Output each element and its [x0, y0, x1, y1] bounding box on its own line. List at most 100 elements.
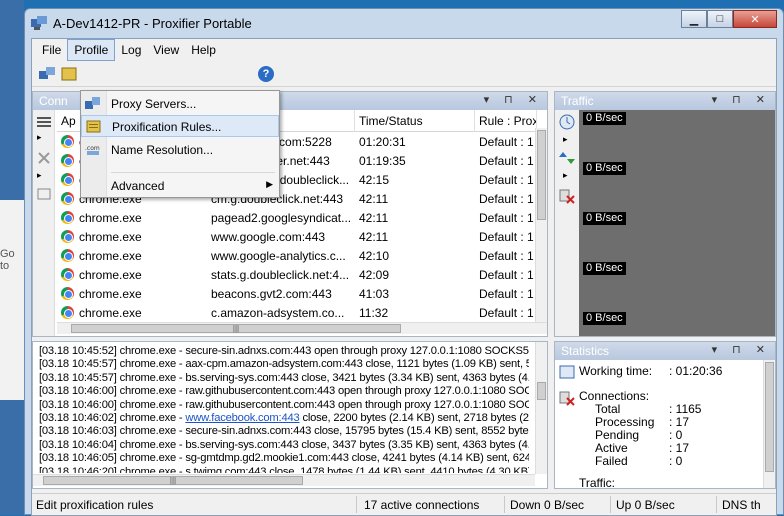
chrome-icon [61, 248, 74, 262]
table-row[interactable]: chrome.exe beacons.gvt2.com:443 41:03 Defau… [57, 284, 537, 303]
proxifier-window: A-Dev1412-PR - Proxifier Portable ▁ □ ✕ … [24, 8, 784, 516]
menu-log[interactable]: Log [115, 40, 147, 60]
pending-value: : 0 [669, 428, 683, 442]
window-target-icon[interactable] [37, 188, 51, 200]
log-hscroll-thumb[interactable]: ||| [43, 476, 303, 485]
connections-vscroll-thumb[interactable] [537, 130, 546, 220]
log-line: [03.18 10:46:00] chrome.exe - raw.github… [39, 399, 529, 412]
menu-profile[interactable]: Profile [67, 39, 116, 61]
connections-side-toolbar: ▸ ▸ [33, 110, 55, 336]
window-title: A-Dev1412-PR - Proxifier Portable [53, 16, 252, 31]
log-output: [03.18 10:45:52] chrome.exe - secure-sin… [39, 345, 529, 473]
expand-arrow-icon[interactable]: ▸ [37, 170, 51, 182]
proxification-rules-icon [86, 120, 101, 133]
column-rule-proxy[interactable]: Rule : Prox [475, 110, 537, 132]
panel-controls[interactable]: ▾ ⊓ ✕ [712, 343, 771, 356]
statistics-panel-title: Statistics [561, 344, 610, 358]
close-button[interactable]: ✕ [733, 10, 777, 28]
status-separator [356, 496, 357, 513]
menu-view[interactable]: View [147, 40, 185, 60]
list-view-icon[interactable] [37, 116, 51, 128]
expand-arrow-icon[interactable]: ▸ [563, 134, 568, 145]
table-row[interactable]: chrome.exe c.amazon-adsystem.co... 11:32 De… [57, 303, 537, 322]
rule-proxy-cell: Default : 1 [479, 210, 534, 225]
traffic-clock-icon[interactable] [559, 114, 575, 130]
status-bar: Edit proxification rules 17 active conne… [32, 493, 776, 515]
chrome-icon [61, 191, 74, 205]
app-cell: chrome.exe [57, 286, 207, 301]
connections-panel-title: Conn [39, 94, 68, 108]
processing-label: Processing [595, 415, 655, 429]
log-text: [03.18 10:46:04] chrome.exe - bs.serving… [39, 438, 529, 451]
menu-item-advanced[interactable]: Advanced ▶ [81, 175, 279, 197]
chrome-icon [61, 229, 74, 243]
traffic-arrows-icon[interactable] [559, 150, 575, 166]
statistics-vscroll-thumb[interactable] [765, 362, 774, 472]
panel-controls[interactable]: ▾ ⊓ ✕ [484, 93, 543, 106]
log-line: [03.18 10:46:04] chrome.exe - bs.serving… [39, 439, 529, 452]
statistics-icon[interactable] [559, 364, 575, 380]
maximize-button[interactable]: □ [707, 10, 733, 28]
statistics-vertical-scrollbar[interactable] [763, 360, 775, 488]
rule-proxy-cell: Default : 1 [479, 153, 534, 168]
status-upload-rate: Up 0 B/sec [616, 498, 675, 512]
svg-text:.com: .com [85, 145, 100, 152]
traffic-panel: Traffic ▾ ⊓ ✕ ▸ ▸ 0 B/sec 0 B/sec 0 B/se… [554, 91, 776, 337]
menu-item-proxy-servers[interactable]: Proxy Servers... [81, 93, 279, 115]
log-text: [03.18 10:46:05] chrome.exe - sg-gmtdmp.… [39, 452, 529, 465]
menu-file[interactable]: File [36, 40, 67, 60]
traffic-rate-label: 0 B/sec [583, 262, 626, 275]
help-icon[interactable]: ? [258, 66, 274, 82]
connections-horizontal-scrollbar[interactable]: ||| [57, 322, 547, 334]
failed-label: Failed [595, 454, 628, 468]
log-text: [03.18 10:46:03] chrome.exe - secure-sin… [39, 425, 529, 438]
log-horizontal-scrollbar[interactable]: ||| [33, 474, 535, 486]
connections-hscroll-thumb[interactable]: ||| [71, 324, 401, 333]
rule-proxy-cell: Default : 1 [479, 267, 534, 282]
menu-separator [111, 172, 275, 173]
table-row[interactable]: chrome.exe www.google.com:443 42:11 Default… [57, 227, 537, 246]
app-cell: chrome.exe [57, 210, 207, 225]
rule-proxy-cell: Default : 1 [479, 191, 534, 206]
minimize-button[interactable]: ▁ [681, 10, 707, 28]
title-bar[interactable]: A-Dev1412-PR - Proxifier Portable ▁ □ ✕ [25, 9, 783, 37]
table-row[interactable]: chrome.exe www.google-analytics.c... 42:10… [57, 246, 537, 265]
app-name: chrome.exe [79, 267, 142, 282]
proxy-servers-toolbar-icon[interactable] [38, 65, 56, 83]
log-vscroll-thumb[interactable] [537, 382, 546, 400]
app-name: chrome.exe [79, 229, 142, 244]
log-link[interactable]: www.facebook.com:443 [185, 412, 299, 424]
traffic-rate-label: 0 B/sec [583, 162, 626, 175]
working-time-label: Working time: [579, 364, 653, 378]
expand-arrow-icon[interactable]: ▸ [37, 132, 51, 144]
rules-toolbar-icon[interactable] [60, 65, 78, 83]
expand-arrow-icon[interactable]: ▸ [563, 170, 568, 181]
total-value: : 1165 [669, 402, 702, 416]
time-status-cell: 42:09 [359, 267, 390, 282]
background-window-fragment: Go to [0, 200, 24, 400]
target-cell: stats.g.doubleclick.net:4... [211, 267, 350, 282]
table-row[interactable]: chrome.exe pagead2.googlesyndicat... 42:11… [57, 208, 537, 227]
column-time-status[interactable]: Time/Status [355, 110, 475, 132]
clear-traffic-icon[interactable] [559, 188, 575, 204]
menu-help[interactable]: Help [185, 40, 222, 60]
reset-statistics-icon[interactable] [559, 390, 575, 406]
log-line: [03.18 10:46:02] chrome.exe - www.facebo… [39, 412, 529, 425]
menu-item-name-resolution[interactable]: .com Name Resolution... [81, 139, 279, 161]
total-label: Total [595, 402, 621, 416]
status-separator [610, 496, 611, 513]
table-row[interactable]: chrome.exe stats.g.doubleclick.net:4... 42… [57, 265, 537, 284]
close-connection-icon[interactable] [37, 152, 51, 164]
panel-controls[interactable]: ▾ ⊓ ✕ [712, 93, 771, 106]
log-line: [03.18 10:46:20] chrome.exe - s.twimg.co… [39, 466, 529, 473]
connections-vertical-scrollbar[interactable] [535, 128, 547, 322]
log-text: close, 2200 bytes (2.14 KB) sent, 2718 b… [299, 411, 529, 424]
log-vertical-scrollbar[interactable] [535, 342, 547, 474]
app-cell: chrome.exe [57, 229, 207, 244]
app-name: chrome.exe [79, 210, 142, 225]
menu-item-proxification-rules[interactable]: Proxification Rules... [81, 115, 279, 137]
background-window-text: Go to [0, 248, 15, 272]
app-name: chrome.exe [79, 286, 142, 301]
log-text: [03.18 10:46:20] chrome.exe - s.twimg.co… [39, 465, 529, 473]
log-text: [03.18 10:45:57] chrome.exe - bs.serving… [39, 371, 529, 384]
